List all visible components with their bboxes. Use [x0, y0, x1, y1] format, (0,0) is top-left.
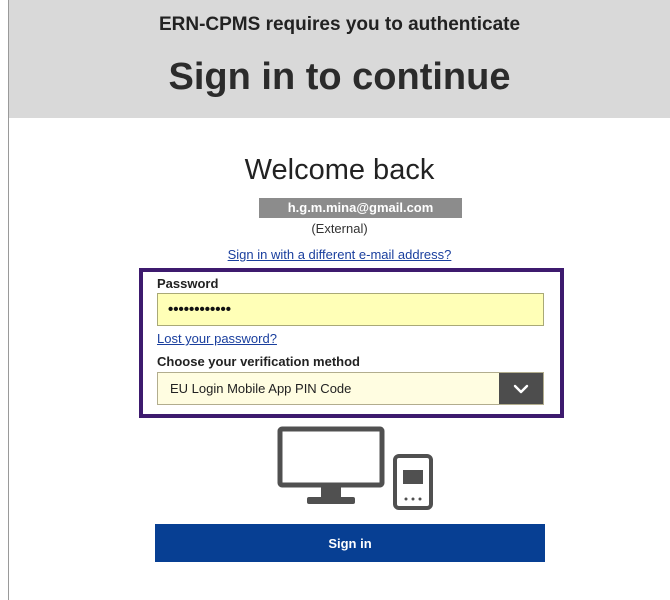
user-email: h.g.m.mina@gmail.com — [259, 198, 462, 218]
verification-method-label: Choose your verification method — [157, 354, 360, 369]
welcome-heading: Welcome back — [244, 154, 435, 186]
desktop-and-mobile-icon — [277, 426, 433, 510]
login-window: ERN-CPMS requires you to authenticate Si… — [8, 0, 670, 600]
password-form-highlight: Password Lost your password? Choose your… — [139, 268, 564, 418]
auth-requirement-text: ERN-CPMS requires you to authenticate — [158, 14, 521, 35]
password-input[interactable] — [157, 293, 544, 326]
dropdown-toggle-button[interactable] — [499, 373, 543, 404]
chevron-down-icon — [513, 384, 529, 394]
different-email-link[interactable]: Sign in with a different e-mail address? — [9, 247, 670, 262]
password-label: Password — [157, 276, 219, 291]
verification-method-select[interactable]: EU Login Mobile App PIN Code — [157, 372, 544, 405]
verification-method-value: EU Login Mobile App PIN Code — [170, 381, 352, 396]
account-type-label: (External) — [311, 221, 368, 236]
lost-password-link[interactable]: Lost your password? — [157, 331, 277, 346]
page-title: Sign in to continue — [168, 56, 511, 98]
login-card: Welcome back h.g.m.mina@gmail.com (Exter… — [9, 118, 670, 600]
sign-in-button[interactable]: Sign in — [155, 524, 545, 562]
auth-header: ERN-CPMS requires you to authenticate Si… — [9, 0, 670, 118]
